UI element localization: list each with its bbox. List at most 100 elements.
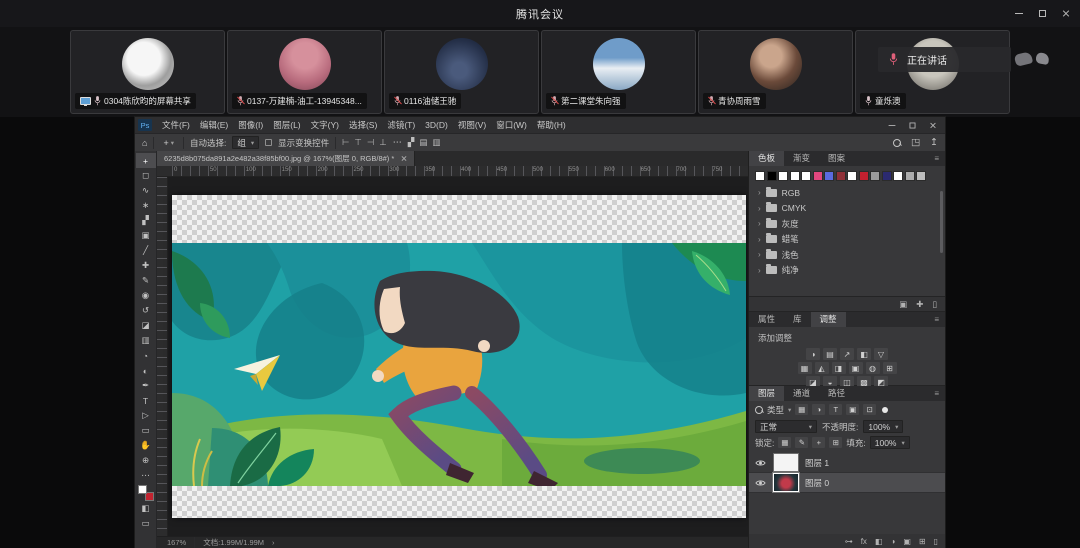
tool-shape[interactable]: ▭ bbox=[136, 423, 156, 438]
distribute-buttons[interactable]: ▞ ▤ ▥ bbox=[408, 137, 441, 148]
layer-thumbnail[interactable] bbox=[773, 473, 799, 492]
tool-crop[interactable]: ▞ bbox=[136, 213, 156, 228]
tool-dodge[interactable]: ◐ bbox=[136, 363, 156, 378]
panel-menu-icon[interactable]: ≡ bbox=[934, 386, 945, 401]
panel-menu-icon[interactable]: ≡ bbox=[934, 151, 945, 166]
align-bottom-icon[interactable]: ⊥ bbox=[379, 137, 386, 148]
layer-name[interactable]: 图层 1 bbox=[805, 457, 829, 469]
participant-tile[interactable]: 第二课堂朱向强 bbox=[541, 30, 696, 114]
swatch[interactable] bbox=[824, 171, 834, 181]
tab-patterns[interactable]: 图案 bbox=[819, 151, 854, 166]
swatch[interactable] bbox=[790, 171, 800, 181]
show-transform-checkbox[interactable] bbox=[265, 139, 272, 146]
swatch[interactable] bbox=[836, 171, 846, 181]
menu-image[interactable]: 图像(I) bbox=[233, 117, 268, 133]
swatch[interactable] bbox=[767, 171, 777, 181]
swatch[interactable] bbox=[893, 171, 903, 181]
tool-move[interactable]: + bbox=[136, 153, 156, 168]
adj-photo-filter-icon[interactable]: ▣ bbox=[849, 362, 863, 374]
tab-close-icon[interactable] bbox=[401, 156, 407, 162]
distribute-icon[interactable]: ▤ bbox=[419, 137, 427, 148]
search-icon[interactable] bbox=[755, 406, 763, 414]
zoom-level[interactable]: 167% bbox=[167, 538, 186, 547]
tool-more[interactable]: ⋯ bbox=[136, 468, 156, 483]
swatch-group-cmyk[interactable]: › CMYK bbox=[749, 201, 945, 217]
tool-lasso[interactable]: ∿ bbox=[136, 183, 156, 198]
new-group-icon[interactable]: ▣ bbox=[903, 537, 911, 546]
more-options-icon[interactable]: ⋯ bbox=[393, 137, 402, 148]
participant-tile[interactable]: 0137-万建楠-油工-13945348... bbox=[227, 30, 382, 114]
status-chevron-icon[interactable]: › bbox=[272, 538, 275, 547]
tool-quick-select[interactable]: ∗ bbox=[136, 198, 156, 213]
adj-levels-icon[interactable]: ▤ bbox=[823, 348, 837, 360]
align-right-icon[interactable]: ⊣ bbox=[367, 137, 374, 148]
participant-tile[interactable]: 0116油储王驰 bbox=[384, 30, 539, 114]
swatch[interactable] bbox=[905, 171, 915, 181]
menu-edit[interactable]: 编辑(E) bbox=[195, 117, 233, 133]
swatch[interactable] bbox=[882, 171, 892, 181]
lock-all-icon[interactable]: ⊞ bbox=[829, 437, 842, 448]
adj-vibrance-icon[interactable]: ▽ bbox=[874, 348, 888, 360]
distribute-icon[interactable]: ▞ bbox=[408, 137, 415, 148]
tab-libraries[interactable]: 库 bbox=[784, 312, 811, 327]
align-buttons[interactable]: ⊢ ⊤ ⊣ ⊥ bbox=[342, 137, 387, 148]
participant-tile[interactable]: 童烁澳 bbox=[855, 30, 1010, 114]
tool-path-select[interactable]: ▷ bbox=[136, 408, 156, 423]
tool-marquee[interactable]: ◻ bbox=[136, 168, 156, 183]
tool-blur[interactable]: ◔ bbox=[136, 348, 156, 363]
tool-brush[interactable]: ✎ bbox=[136, 273, 156, 288]
adj-channel-mixer-icon[interactable]: ◍ bbox=[866, 362, 880, 374]
tool-zoom[interactable]: ⊕ bbox=[136, 453, 156, 468]
workspace-icon[interactable]: ◳ bbox=[911, 137, 920, 148]
lock-transparency-icon[interactable]: ▦ bbox=[778, 437, 791, 448]
adj-exposure-icon[interactable]: ◧ bbox=[857, 348, 871, 360]
blend-mode-dropdown[interactable]: 正常 ▾ bbox=[755, 420, 817, 433]
menu-type[interactable]: 文字(Y) bbox=[306, 117, 344, 133]
adj-color-balance-icon[interactable]: ◭ bbox=[815, 362, 829, 374]
menu-window[interactable]: 窗口(W) bbox=[491, 117, 532, 133]
distribute-icon[interactable]: ▥ bbox=[432, 137, 440, 148]
menu-layer[interactable]: 图层(L) bbox=[268, 117, 305, 133]
maximize-icon[interactable] bbox=[1039, 10, 1046, 17]
canvas-area[interactable] bbox=[157, 177, 748, 536]
tab-channels[interactable]: 通道 bbox=[784, 386, 819, 401]
swatch[interactable] bbox=[870, 171, 880, 181]
swatch-group-grayscale[interactable]: › 灰度 bbox=[749, 216, 945, 232]
filter-pixel-icon[interactable]: ▦ bbox=[795, 404, 808, 415]
swatch[interactable] bbox=[801, 171, 811, 181]
document[interactable] bbox=[172, 195, 746, 518]
document-tab[interactable]: 6235d8b075da891a2e482a38f85bf00.jpg @ 16… bbox=[157, 151, 415, 166]
tool-hand[interactable]: ✋ bbox=[136, 438, 156, 453]
tab-adjustments[interactable]: 调整 bbox=[811, 312, 846, 327]
close-icon[interactable] bbox=[1062, 10, 1070, 18]
layer-row-0[interactable]: 图层 0 bbox=[749, 473, 945, 493]
lock-pixels-icon[interactable]: ✎ bbox=[795, 437, 808, 448]
filter-toggle[interactable] bbox=[882, 407, 888, 413]
home-icon[interactable]: ⌂ bbox=[142, 138, 147, 148]
color-swatch-control[interactable] bbox=[138, 485, 154, 501]
participant-tile[interactable]: 0304陈欣昀的屏幕共享 bbox=[70, 30, 225, 114]
link-layers-icon[interactable]: ⊶ bbox=[845, 537, 853, 546]
tool-eyedropper[interactable]: ╱ bbox=[136, 243, 156, 258]
new-layer-icon[interactable]: ⊞ bbox=[919, 537, 926, 546]
tool-history-brush[interactable]: ↺ bbox=[136, 303, 156, 318]
layer-row-1[interactable]: 图层 1 bbox=[749, 453, 945, 473]
menu-select[interactable]: 选择(S) bbox=[344, 117, 382, 133]
tool-clone-stamp[interactable]: ◉ bbox=[136, 288, 156, 303]
foreground-color[interactable] bbox=[138, 485, 147, 494]
menu-filter[interactable]: 滤镜(T) bbox=[382, 117, 420, 133]
minimize-icon[interactable] bbox=[1015, 13, 1023, 14]
adj-brightness-icon[interactable]: ◑ bbox=[806, 348, 820, 360]
filter-type-label[interactable]: 类型 bbox=[767, 404, 784, 416]
adjustment-layer-icon[interactable]: ◑ bbox=[890, 537, 895, 546]
swatch[interactable] bbox=[778, 171, 788, 181]
layer-style-icon[interactable]: fx bbox=[861, 537, 867, 546]
tool-type[interactable]: T bbox=[136, 393, 156, 408]
adj-bw-icon[interactable]: ◨ bbox=[832, 362, 846, 374]
align-left-icon[interactable]: ⊢ bbox=[342, 137, 349, 148]
swatch-group-rgb[interactable]: › RGB bbox=[749, 185, 945, 201]
participant-tile[interactable]: 青协周雨雪 bbox=[698, 30, 853, 114]
align-center-icon[interactable]: ⊤ bbox=[355, 137, 362, 148]
tool-frame[interactable]: ▣ bbox=[136, 228, 156, 243]
filter-type-icon[interactable]: T bbox=[829, 404, 842, 415]
